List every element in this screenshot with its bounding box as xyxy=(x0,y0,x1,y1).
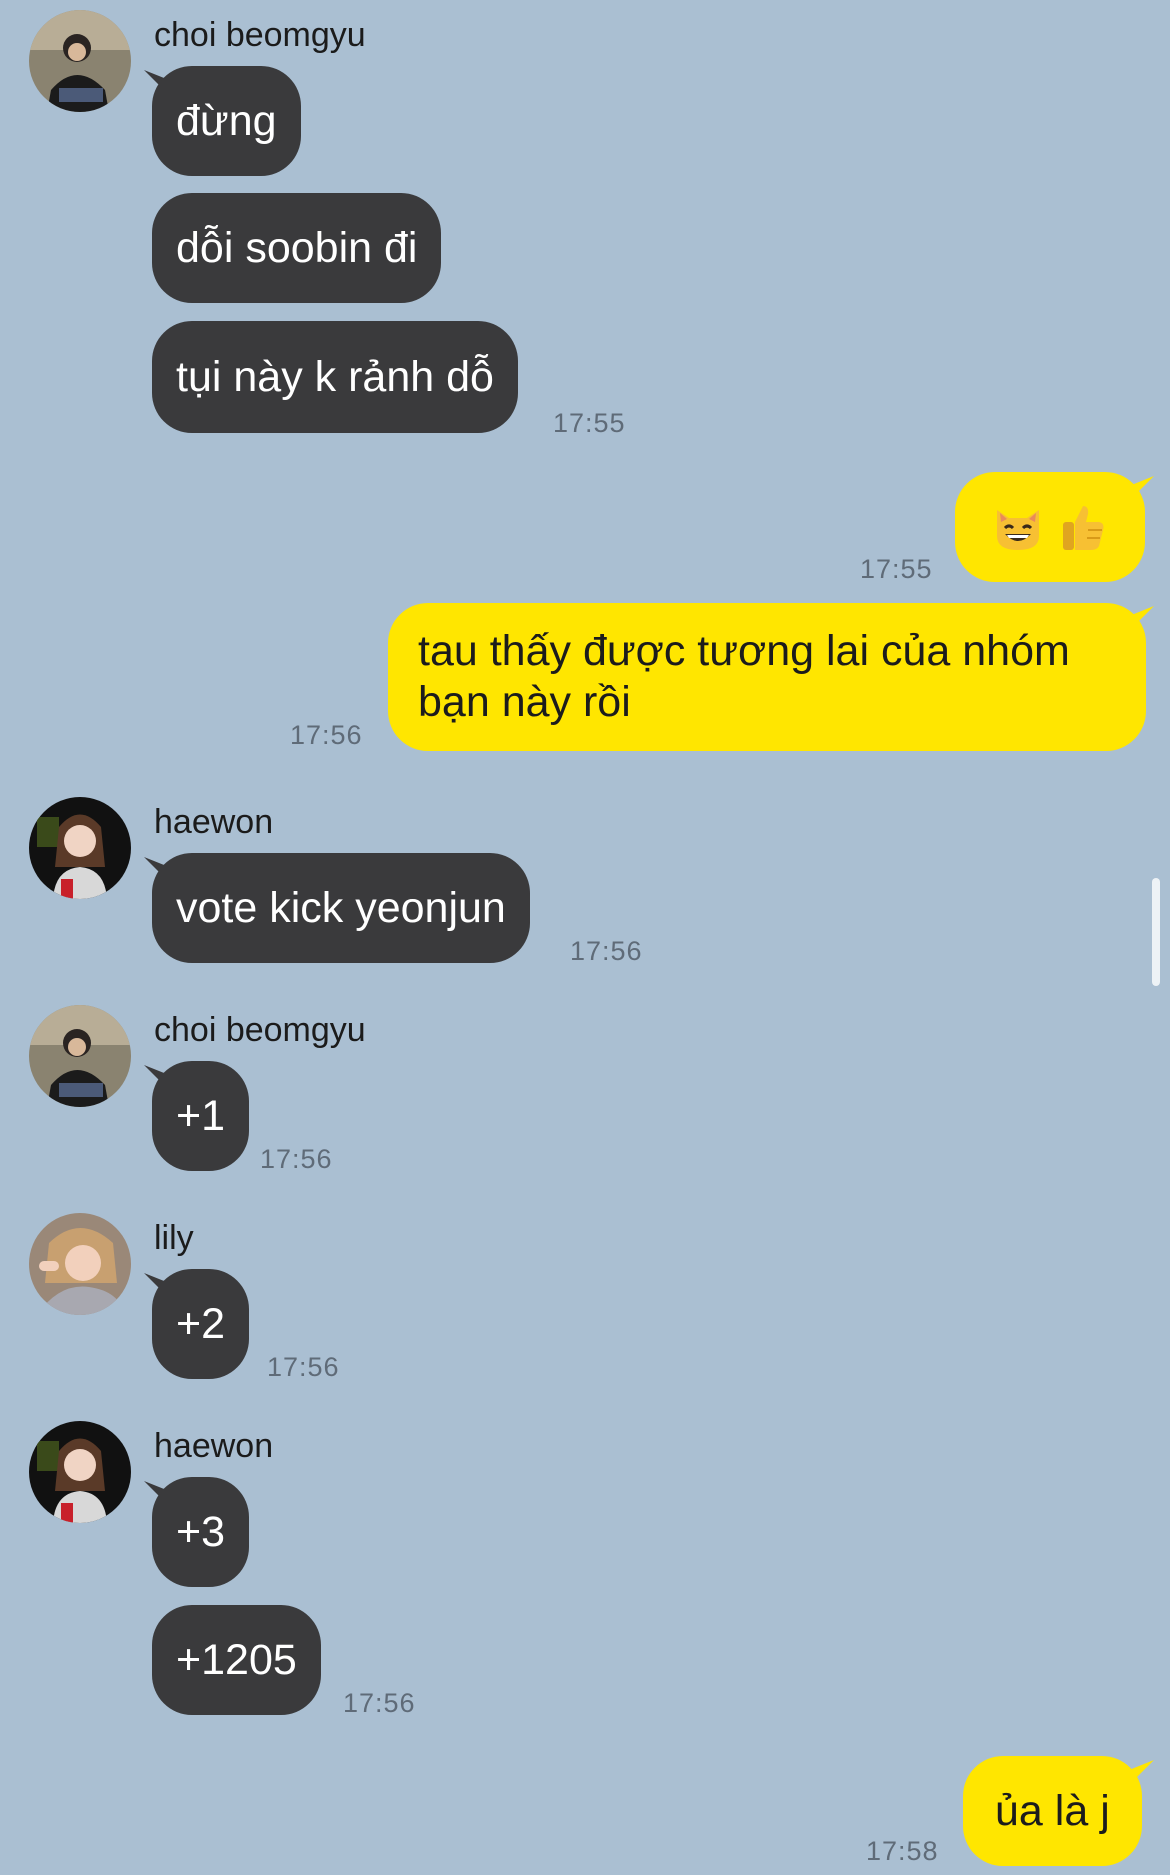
grinning-cat-emoji xyxy=(997,510,1039,550)
avatar-haewon[interactable] xyxy=(29,1421,131,1523)
message-timestamp: 17:55 xyxy=(553,408,626,438)
message-bubble[interactable]: tụi này k rảnh dỗ xyxy=(152,321,518,433)
sender-name: choi beomgyu xyxy=(154,16,366,54)
avatar-haewon[interactable] xyxy=(29,797,131,899)
sender-name: choi beomgyu xyxy=(154,1011,366,1049)
thumbs-up-emoji xyxy=(1063,506,1104,550)
sender-name: lily xyxy=(154,1219,194,1257)
emoji-message-bubble[interactable] xyxy=(955,472,1145,582)
message-bubble[interactable]: ủa là j xyxy=(963,1756,1142,1866)
message-timestamp: 17:56 xyxy=(260,1144,333,1174)
bubble-tail xyxy=(1128,1760,1154,1786)
message-bubble[interactable]: +2 xyxy=(152,1269,250,1379)
message-timestamp: 17:56 xyxy=(570,936,643,966)
message-timestamp: 17:55 xyxy=(860,554,933,584)
message-bubble[interactable]: đừng xyxy=(152,66,301,176)
message-bubble[interactable]: +1 xyxy=(152,1061,250,1171)
message-timestamp: 17:56 xyxy=(267,1352,340,1382)
avatar-choi-beomgyu[interactable] xyxy=(29,1005,131,1107)
message-bubble[interactable]: tau thấy được tương lai của nhóm bạn này… xyxy=(388,603,1146,751)
sender-name: haewon xyxy=(154,1427,274,1465)
message-timestamp: 17:58 xyxy=(866,1836,939,1866)
message-bubble[interactable]: dỗi soobin đi xyxy=(152,193,442,303)
sender-name: haewon xyxy=(154,803,274,841)
avatar-choi-beomgyu[interactable] xyxy=(29,10,131,112)
avatar-lily[interactable] xyxy=(29,1213,131,1315)
message-bubble[interactable]: +3 xyxy=(152,1477,250,1587)
message-bubble[interactable]: vote kick yeonjun xyxy=(152,853,530,963)
message-bubble[interactable]: +1205 xyxy=(152,1605,321,1715)
scrollbar[interactable] xyxy=(1152,878,1160,986)
message-timestamp: 17:56 xyxy=(343,1688,416,1718)
message-timestamp: 17:56 xyxy=(290,720,363,750)
